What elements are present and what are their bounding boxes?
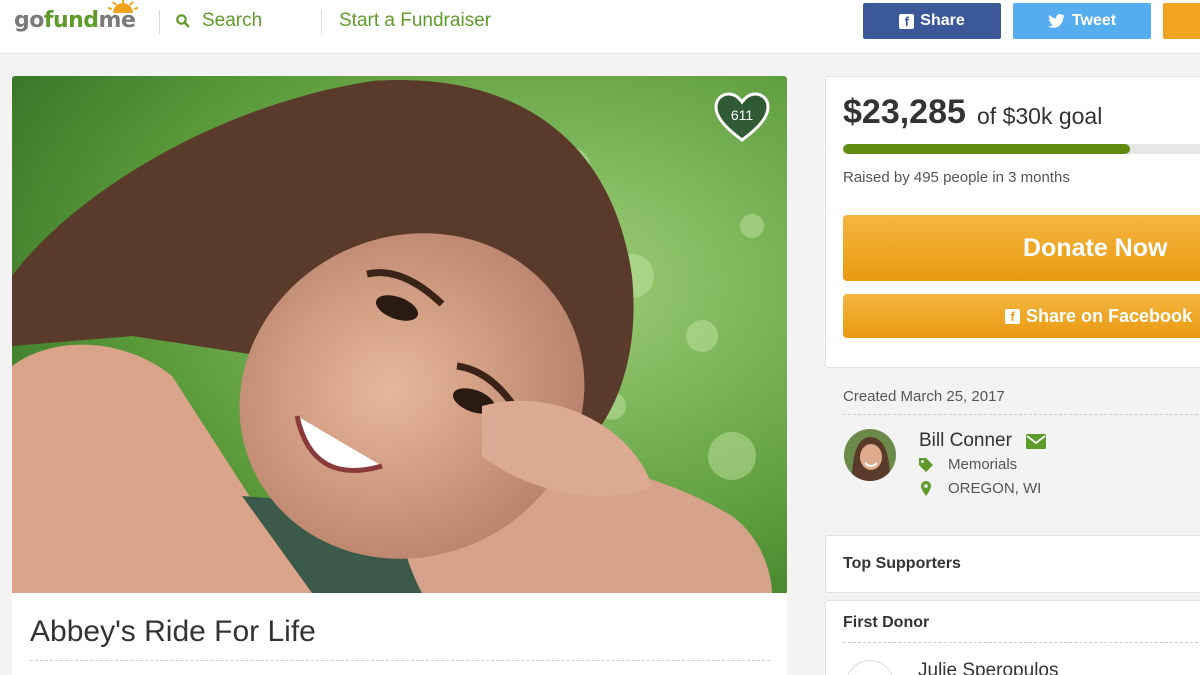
donate-now-button[interactable]: Donate Now <box>843 215 1200 281</box>
gofundme-logo[interactable]: gofundme <box>14 0 138 33</box>
search-icon <box>176 14 190 28</box>
search-label: Search <box>202 10 263 31</box>
organizer-name[interactable]: Bill Conner <box>919 430 1012 452</box>
location-pin-icon <box>921 481 931 496</box>
created-date: Created March 25, 2017 <box>843 388 1005 405</box>
title-divider <box>30 660 770 661</box>
mail-icon[interactable] <box>1026 434 1046 449</box>
organizer-avatar[interactable] <box>844 429 896 481</box>
search-link[interactable]: Search <box>176 10 262 32</box>
progress-bar <box>843 144 1200 154</box>
campaign-category[interactable]: Memorials <box>948 456 1017 473</box>
nav-divider <box>321 10 322 34</box>
campaign-photo <box>12 76 787 593</box>
logo-sun-icon <box>108 0 138 13</box>
campaign-title: Abbey's Ride For Life <box>30 615 316 648</box>
start-fundraiser-link[interactable]: Start a Fundraiser <box>339 10 491 32</box>
tag-icon <box>919 458 933 472</box>
tweet-button[interactable]: Tweet <box>1013 3 1151 39</box>
donor-divider <box>843 642 1200 643</box>
share-button-label: Share <box>920 12 965 29</box>
tweet-button-label: Tweet <box>1071 12 1117 29</box>
goal-text: of $30k goal <box>977 103 1103 129</box>
facebook-icon: f <box>899 13 915 29</box>
facebook-share-button[interactable]: f Share <box>863 3 1001 39</box>
heart-count: 611 <box>730 107 754 123</box>
raised-summary: Raised by 495 people in 3 months <box>843 169 1070 186</box>
nav-divider <box>159 10 160 34</box>
progress-bar-fill <box>843 144 1131 154</box>
facebook-icon: f <box>1005 308 1020 324</box>
share-on-facebook-button[interactable]: f Share on Facebook <box>843 294 1200 338</box>
first-donor-heading: First Donor <box>843 614 930 631</box>
logo-text-go: go <box>14 8 44 33</box>
amount-raised: $23,285 <box>843 93 966 131</box>
campaign-location: OREGON, WI <box>948 480 1042 497</box>
top-supporters-heading: Top Supporters <box>843 555 961 572</box>
logo-text-fund: fund <box>43 8 99 33</box>
top-nav-bar: gofundme Search Start a Fundraiser f Sha… <box>0 0 1200 54</box>
email-share-button[interactable] <box>1163 3 1200 39</box>
first-donor-name: Julie Speropulos <box>918 660 1059 675</box>
organizer-divider <box>843 414 1200 415</box>
share-on-facebook-label: Share on Facebook <box>1026 305 1193 326</box>
twitter-icon <box>1048 14 1065 28</box>
